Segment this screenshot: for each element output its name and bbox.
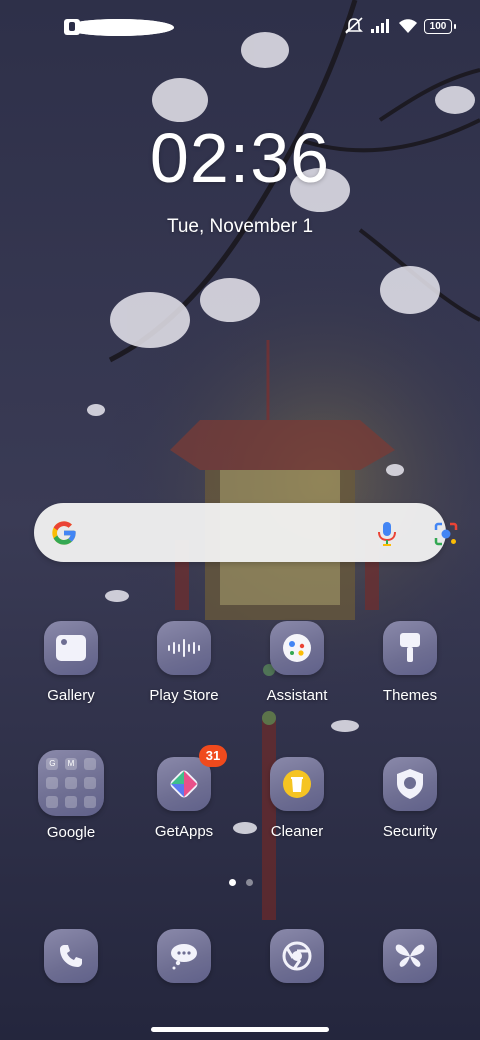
signal-icon <box>371 19 389 33</box>
folder-mini-google-icon: G <box>46 758 59 771</box>
themes-icon[interactable] <box>383 621 437 675</box>
app-label: Assistant <box>266 687 328 704</box>
cleaner-icon[interactable] <box>270 757 324 811</box>
app-label: Google <box>46 824 96 841</box>
system-icons: 100 <box>344 17 456 35</box>
play-store-icon[interactable] <box>157 621 211 675</box>
app-gallery[interactable]: Gallery <box>16 621 126 704</box>
google-logo-icon <box>52 521 76 545</box>
wifi-icon <box>399 19 417 33</box>
page-dot <box>246 879 253 886</box>
app-play-store[interactable]: Play Store <box>129 621 239 704</box>
lens-icon[interactable] <box>433 521 459 547</box>
folder-mini-youtube-icon <box>46 776 59 789</box>
app-label: Gallery <box>47 687 95 704</box>
app-getapps[interactable]: 31 GetApps <box>129 745 239 840</box>
mic-icon[interactable] <box>375 521 399 547</box>
google-folder-icon[interactable]: G M <box>38 750 104 816</box>
butterfly-icon[interactable] <box>383 929 437 983</box>
folder-mini-meet-icon <box>64 776 77 789</box>
date[interactable]: Tue, November 1 <box>0 216 480 238</box>
status-bar: 100 <box>0 0 480 56</box>
messages-icon[interactable] <box>157 929 211 983</box>
notification-app-icon <box>64 19 174 36</box>
app-label: GetApps <box>154 823 214 840</box>
mute-icon <box>345 17 363 34</box>
page-dot-active <box>229 879 236 886</box>
google-search-bar[interactable] <box>34 503 458 562</box>
app-assistant[interactable]: Assistant <box>242 621 352 704</box>
app-label: Play Store <box>149 687 219 704</box>
gallery-icon[interactable] <box>44 621 98 675</box>
notification-icons <box>64 19 174 36</box>
app-themes[interactable]: Themes <box>355 621 465 704</box>
folder-mini-files-icon <box>64 795 77 808</box>
dock-phone[interactable] <box>16 929 126 983</box>
clock[interactable]: 02:36 <box>0 118 480 198</box>
folder-mini-maps-icon <box>83 758 96 771</box>
getapps-icon[interactable]: 31 <box>157 745 227 811</box>
folder-mini-one-icon <box>46 795 59 808</box>
app-label: Themes <box>382 687 438 704</box>
chrome-icon[interactable] <box>270 929 324 983</box>
dock-chrome[interactable] <box>242 929 352 983</box>
phone-icon[interactable] <box>44 929 98 983</box>
folder-mini-photos-icon <box>83 776 96 789</box>
dock-butterfly[interactable] <box>355 929 465 983</box>
app-google-folder[interactable]: G M Google <box>16 750 126 841</box>
app-cleaner[interactable]: Cleaner <box>242 757 352 840</box>
folder-mini-gmail-icon: M <box>64 758 77 771</box>
battery-icon: 100 <box>424 18 456 34</box>
security-icon[interactable] <box>383 757 437 811</box>
app-label: Security <box>382 823 438 840</box>
home-indicator[interactable] <box>151 1027 329 1032</box>
assistant-icon[interactable] <box>270 621 324 675</box>
dock-messages[interactable] <box>129 929 239 983</box>
app-security[interactable]: Security <box>355 757 465 840</box>
notification-badge: 31 <box>199 745 227 767</box>
page-indicator[interactable] <box>229 879 253 886</box>
folder-mini-podcasts-icon <box>83 795 96 808</box>
app-label: Cleaner <box>270 823 324 840</box>
